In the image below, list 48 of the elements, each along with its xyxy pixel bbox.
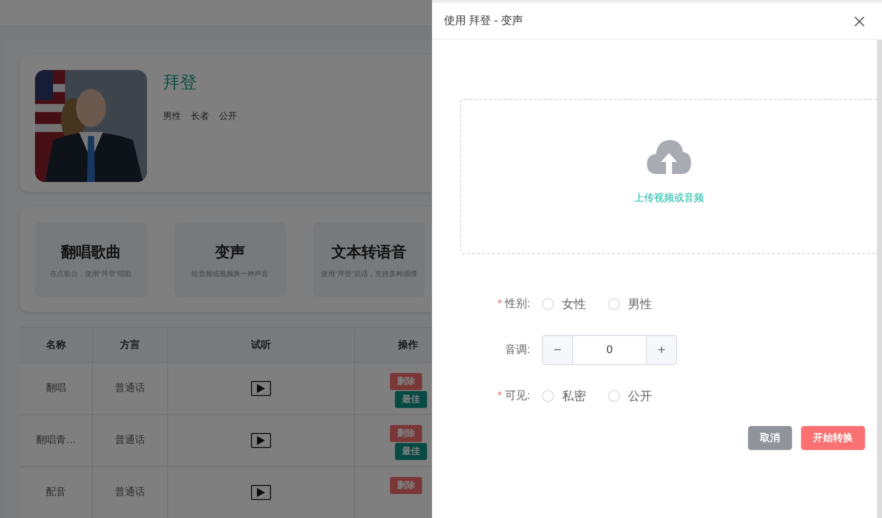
column-header: 试听 — [168, 328, 355, 362]
column-header: 名称 — [20, 328, 93, 362]
upload-area[interactable]: 上传视频或音频 — [460, 99, 877, 254]
play-icon — [257, 488, 265, 497]
close-icon[interactable] — [854, 16, 865, 26]
cloud-upload-icon — [647, 140, 691, 174]
radio-option[interactable]: 男性 — [608, 295, 652, 313]
stepper-value[interactable]: 0 — [573, 336, 646, 364]
increment-button[interactable]: + — [646, 336, 676, 364]
required-mark: * — [498, 388, 502, 404]
table-cell: 普通话 — [93, 415, 168, 466]
table-cell: 翻唱青… — [20, 415, 93, 466]
radio-option[interactable]: 女性 — [542, 295, 586, 313]
play-button[interactable] — [251, 381, 271, 396]
feature-title: 文本转语音 — [332, 244, 406, 262]
table-cell: 翻唱 — [20, 363, 93, 414]
delete-button[interactable]: 删除 — [390, 477, 422, 494]
radio-option[interactable]: 私密 — [542, 387, 586, 405]
play-button[interactable] — [251, 433, 271, 448]
cancel-button[interactable]: 取消 — [748, 426, 792, 450]
delete-button[interactable]: 删除 — [390, 373, 422, 390]
field-label: 音调: — [504, 342, 530, 358]
required-mark: * — [498, 296, 502, 312]
best-button[interactable]: 最佳 — [395, 443, 427, 460]
drawer-title: 使用 拜登 - 变声 — [444, 14, 523, 29]
feature-title: 变声 — [215, 244, 245, 262]
decrement-button[interactable]: − — [543, 336, 573, 364]
column-header: 方言 — [93, 328, 168, 362]
field-label: 性别: — [504, 296, 530, 312]
profile-tag: 长者 — [191, 110, 209, 123]
scrollbar[interactable] — [877, 40, 882, 518]
profile-tag: 公开 — [219, 110, 237, 123]
radio-option[interactable]: 公开 — [608, 387, 652, 405]
profile-name: 拜登 — [163, 72, 198, 94]
upload-label: 上传视频或音频 — [634, 192, 704, 206]
profile-tag: 男性 — [163, 110, 181, 123]
table-cell: 普通话 — [93, 363, 168, 414]
start-button[interactable]: 开始转换 — [801, 426, 865, 450]
delete-button[interactable]: 删除 — [390, 425, 422, 442]
number-stepper[interactable]: − 0 + — [542, 335, 677, 365]
best-button[interactable]: 最佳 — [395, 391, 427, 408]
table-cell: 普通话 — [93, 467, 168, 518]
play-button[interactable] — [251, 485, 271, 500]
table-cell: 配音 — [20, 467, 93, 518]
field-label: 可见: — [504, 388, 530, 404]
play-icon — [257, 384, 265, 393]
feature-title: 翻唱歌曲 — [61, 244, 121, 262]
play-icon — [257, 436, 265, 445]
